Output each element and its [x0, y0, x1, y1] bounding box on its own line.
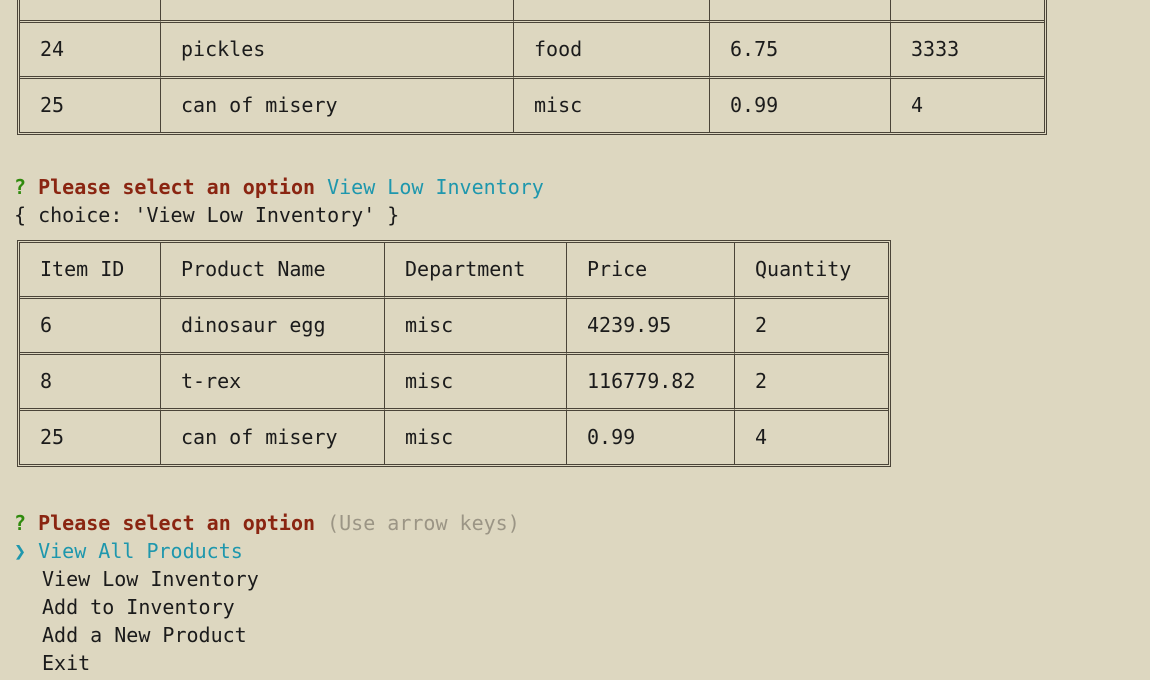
question-marker: ? — [14, 511, 27, 535]
table-cell: 8 — [20, 355, 161, 411]
table-row: 6 dinosaur egg misc 4239.95 2 — [20, 299, 888, 355]
menu-item-label: View All Products — [38, 539, 243, 563]
table-cell: food — [514, 23, 710, 79]
table-cell: misc — [385, 411, 567, 464]
first-prompt-line: ? Please select an option View Low Inven… — [14, 173, 544, 201]
table-cell: 116779.82 — [567, 355, 735, 411]
table-cell — [161, 0, 514, 23]
table-cell: 4 — [755, 425, 768, 449]
prompt-hint: (Use arrow keys) — [327, 511, 520, 535]
table-cell: 25 — [20, 411, 161, 464]
table-cell — [710, 0, 891, 23]
menu-item-view-all-products[interactable]: ❯ View All Products — [14, 537, 243, 565]
choice-echo: { choice: 'View Low Inventory' } — [14, 203, 400, 227]
table-cell: 3333 — [891, 23, 1044, 79]
table-row: 25 can of misery misc 0.99 4 — [20, 411, 888, 464]
table-cell — [20, 0, 161, 23]
table-row: 24 pickles food 6.75 3333 — [20, 23, 1044, 79]
menu-item-view-low-inventory[interactable]: View Low Inventory — [42, 565, 259, 593]
table-row: 25 can of misery misc 0.99 4 — [20, 79, 1044, 132]
table-cell: 6.75 — [710, 23, 891, 79]
table-cell: 2 — [735, 299, 888, 355]
low-inventory-table: Item ID Product Name Department Price Qu… — [17, 240, 891, 467]
menu-item-exit[interactable]: Exit — [42, 649, 90, 677]
table-cell: pickles — [161, 23, 514, 79]
prompt-question: Please select an option — [38, 175, 316, 199]
question-marker: ? — [14, 175, 27, 199]
prompt-answer: View Low Inventory — [327, 175, 544, 199]
second-prompt-line: ? Please select an option (Use arrow key… — [14, 509, 520, 537]
menu-item-add-new-product[interactable]: Add a New Product — [42, 621, 247, 649]
table-cell: 0.99 — [567, 411, 735, 464]
table-cell: dinosaur egg — [161, 299, 385, 355]
table-cell: 24 — [20, 23, 161, 79]
top-table-clip: 24 pickles food 6.75 3333 25 can of mise… — [0, 0, 1150, 135]
column-header: Item ID — [20, 243, 161, 299]
table-cell: 4239.95 — [567, 299, 735, 355]
column-header: Quantity — [735, 243, 888, 299]
table-cell — [891, 0, 1044, 23]
table-cell: misc — [385, 355, 567, 411]
table-header-row: Item ID Product Name Department Price Qu… — [20, 243, 888, 299]
column-header: Price — [567, 243, 735, 299]
table-cell: can of misery — [161, 411, 385, 464]
selection-pointer-icon: ❯ — [14, 539, 27, 563]
table-cell: 6 — [20, 299, 161, 355]
table-cell: misc — [514, 79, 710, 132]
table-cell — [514, 0, 710, 23]
all-products-table: 24 pickles food 6.75 3333 25 can of mise… — [17, 0, 1047, 135]
table-row: 8 t-rex misc 116779.82 2 — [20, 355, 888, 411]
table-cell: 25 — [20, 79, 161, 132]
table-cell: can of misery — [161, 79, 514, 132]
menu-item-add-to-inventory[interactable]: Add to Inventory — [42, 593, 235, 621]
column-header: Product Name — [161, 243, 385, 299]
table-cell: t-rex — [161, 355, 385, 411]
column-header: Department — [385, 243, 567, 299]
table-cell: 2 — [735, 355, 888, 411]
table-cell: misc — [385, 299, 567, 355]
table-cell: 4 — [911, 93, 924, 117]
table-cell: 0.99 — [710, 79, 891, 132]
prompt-question: Please select an option — [38, 511, 316, 535]
table-row — [20, 0, 1044, 23]
